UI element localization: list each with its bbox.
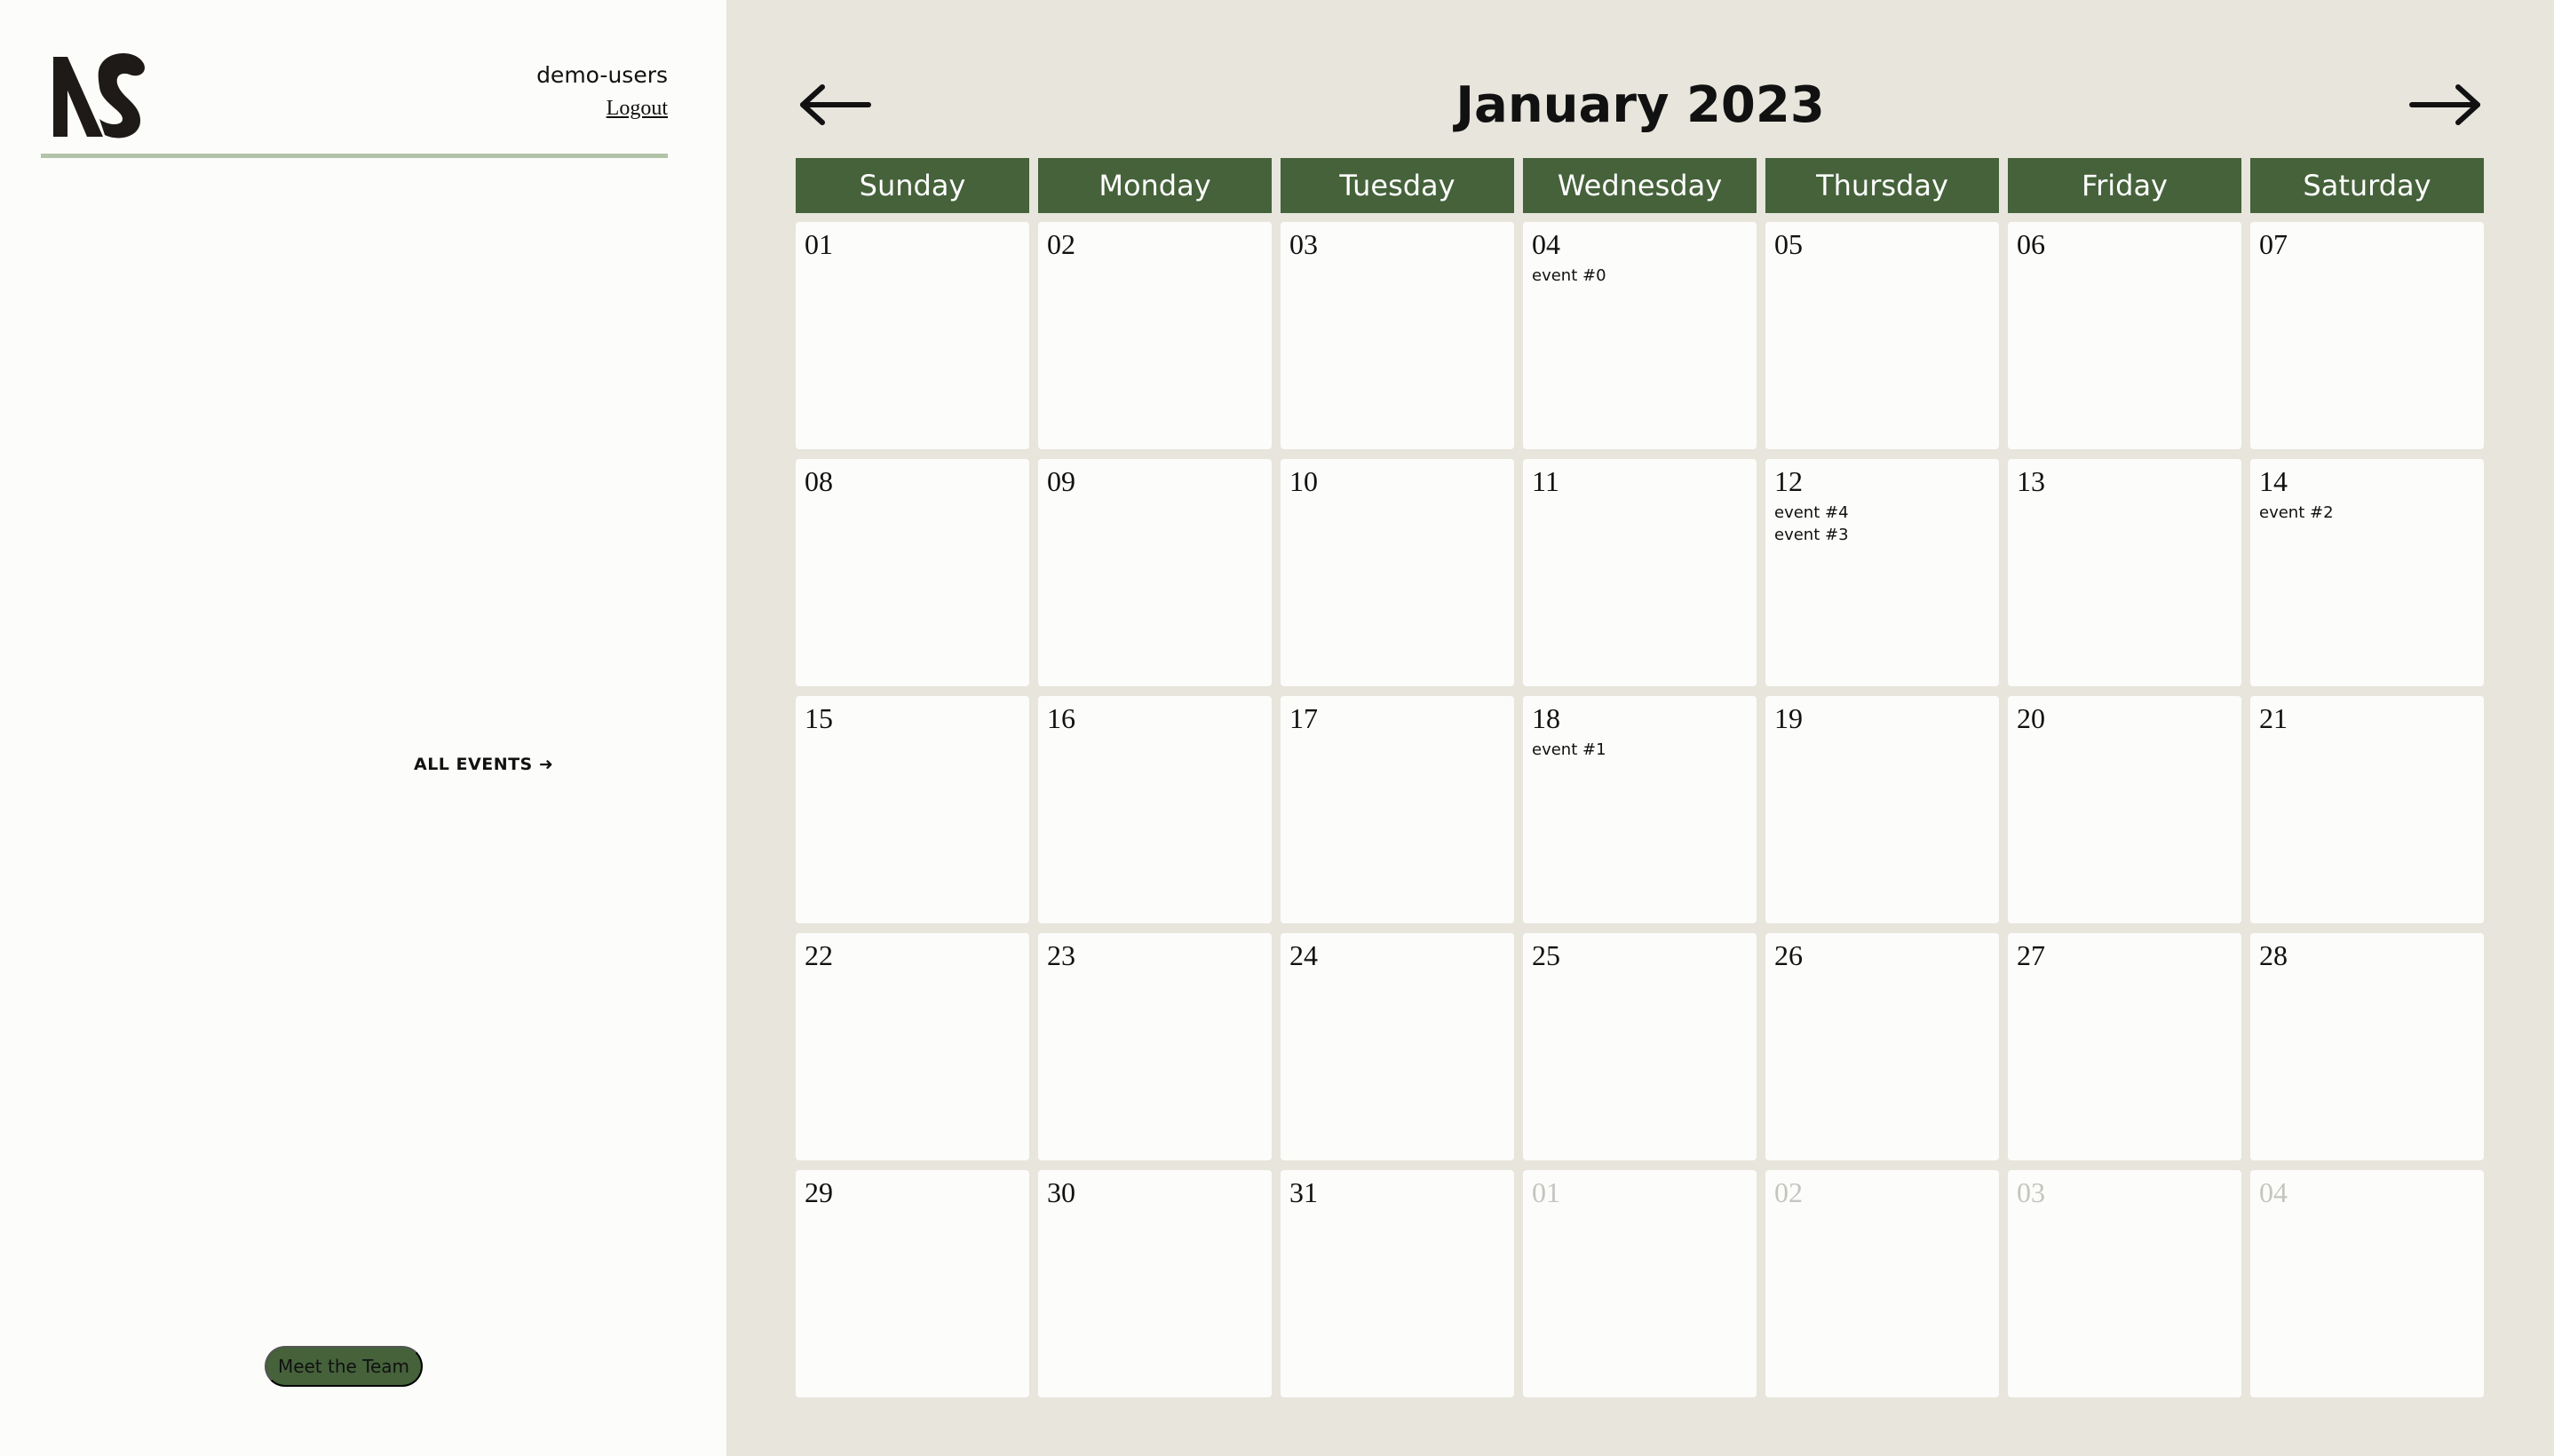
all-events-link[interactable]: ALL EVENTS ➜ [414, 755, 553, 774]
day-cell[interactable]: 27 [2008, 933, 2241, 1160]
day-cell[interactable]: 07 [2250, 222, 2484, 449]
event-item[interactable]: event #4 [1774, 502, 1990, 524]
day-cell[interactable]: 15 [796, 696, 1029, 923]
weekday-header-monday: Monday [1038, 158, 1272, 213]
day-number: 01 [1532, 1176, 1560, 1208]
day-cell[interactable]: 06 [2008, 222, 2241, 449]
day-cell[interactable]: 22 [796, 933, 1029, 1160]
day-cell[interactable]: 03 [1281, 222, 1514, 449]
day-cell[interactable]: 18 event #1 [1523, 696, 1757, 923]
day-number: 05 [1774, 228, 1803, 260]
day-cell[interactable]: 14 event #2 [2250, 459, 2484, 686]
day-cell[interactable]: 12 event #4 event #3 [1765, 459, 1999, 686]
event-list: event #2 [2259, 502, 2475, 524]
day-number: 11 [1532, 465, 1559, 497]
day-number: 28 [2259, 939, 2288, 971]
user-block: demo-users Logout [536, 62, 668, 121]
day-number: 09 [1047, 465, 1075, 497]
day-number: 24 [1289, 939, 1318, 971]
calendar-header: January 2023 [726, 71, 2554, 142]
day-cell[interactable]: 31 [1281, 1170, 1514, 1397]
day-number: 12 [1774, 465, 1803, 497]
day-number: 16 [1047, 702, 1075, 734]
day-number: 20 [2017, 702, 2045, 734]
day-cell[interactable]: 29 [796, 1170, 1029, 1397]
day-cell[interactable]: 02 [1765, 1170, 1999, 1397]
day-number: 25 [1532, 939, 1560, 971]
day-cell[interactable]: 08 [796, 459, 1029, 686]
day-cell[interactable]: 25 [1523, 933, 1757, 1160]
day-number: 14 [2259, 465, 2288, 497]
event-item[interactable]: event #1 [1532, 739, 1748, 761]
event-list: event #4 event #3 [1774, 502, 1990, 546]
weekday-header-thursday: Thursday [1765, 158, 1999, 213]
day-cell[interactable]: 19 [1765, 696, 1999, 923]
event-list: event #1 [1532, 739, 1748, 761]
arrow-right-icon[interactable] [2408, 82, 2483, 128]
day-number: 03 [2017, 1176, 2045, 1208]
day-number: 19 [1774, 702, 1803, 734]
day-cell[interactable]: 02 [1038, 222, 1272, 449]
day-number: 04 [2259, 1176, 2288, 1208]
day-number: 21 [2259, 702, 2288, 734]
event-item[interactable]: event #3 [1774, 524, 1990, 546]
event-item[interactable]: event #2 [2259, 502, 2475, 524]
event-list: event #0 [1532, 265, 1748, 287]
day-cell[interactable]: 16 [1038, 696, 1272, 923]
day-cell[interactable]: 13 [2008, 459, 2241, 686]
day-number: 13 [2017, 465, 2045, 497]
day-cell[interactable]: 20 [2008, 696, 2241, 923]
day-number: 01 [805, 228, 833, 260]
day-cell[interactable]: 03 [2008, 1170, 2241, 1397]
meet-the-team-button[interactable]: Meet the Team [265, 1346, 423, 1387]
sidebar-header: demo-users Logout [41, 44, 668, 158]
day-number: 15 [805, 702, 833, 734]
day-cell[interactable]: 04 event #0 [1523, 222, 1757, 449]
event-item[interactable]: event #0 [1532, 265, 1748, 287]
day-cell[interactable]: 26 [1765, 933, 1999, 1160]
day-cell[interactable]: 23 [1038, 933, 1272, 1160]
day-cell[interactable]: 24 [1281, 933, 1514, 1160]
day-number: 31 [1289, 1176, 1318, 1208]
day-cell[interactable]: 05 [1765, 222, 1999, 449]
month-title: January 2023 [1455, 76, 1825, 134]
day-cell[interactable]: 01 [1523, 1170, 1757, 1397]
ns-logo[interactable] [48, 48, 147, 140]
day-number: 23 [1047, 939, 1075, 971]
day-number: 07 [2259, 228, 2288, 260]
day-cell[interactable]: 04 [2250, 1170, 2484, 1397]
day-number: 29 [805, 1176, 833, 1208]
day-number: 17 [1289, 702, 1318, 734]
weekday-header-friday: Friday [2008, 158, 2241, 213]
weekday-header-sunday: Sunday [796, 158, 1029, 213]
sidebar: demo-users Logout ALL EVENTS ➜ Meet the … [0, 0, 726, 1456]
username: demo-users [536, 62, 668, 88]
day-number: 18 [1532, 702, 1560, 734]
weekday-header-tuesday: Tuesday [1281, 158, 1514, 213]
day-number: 30 [1047, 1176, 1075, 1208]
calendar-main: January 2023 Sunday Monday Tuesday Wednesda… [726, 0, 2554, 1456]
day-number: 22 [805, 939, 833, 971]
calendar-grid: Sunday Monday Tuesday Wednesday Thursday Frid… [796, 158, 2484, 1407]
day-cell[interactable]: 17 [1281, 696, 1514, 923]
day-number: 08 [805, 465, 833, 497]
day-number: 27 [2017, 939, 2045, 971]
day-number: 02 [1047, 228, 1075, 260]
day-number: 02 [1774, 1176, 1803, 1208]
day-cell[interactable]: 11 [1523, 459, 1757, 686]
day-cell[interactable]: 21 [2250, 696, 2484, 923]
weekday-header-wednesday: Wednesday [1523, 158, 1757, 213]
day-cell[interactable]: 30 [1038, 1170, 1272, 1397]
weekday-header-saturday: Saturday [2250, 158, 2484, 213]
day-cell[interactable]: 09 [1038, 459, 1272, 686]
day-number: 10 [1289, 465, 1318, 497]
day-cell[interactable]: 10 [1281, 459, 1514, 686]
day-number: 26 [1774, 939, 1803, 971]
day-number: 03 [1289, 228, 1318, 260]
logout-link[interactable]: Logout [607, 97, 668, 121]
day-cell[interactable]: 28 [2250, 933, 2484, 1160]
day-number: 04 [1532, 228, 1560, 260]
day-cell[interactable]: 01 [796, 222, 1029, 449]
day-number: 06 [2017, 228, 2045, 260]
